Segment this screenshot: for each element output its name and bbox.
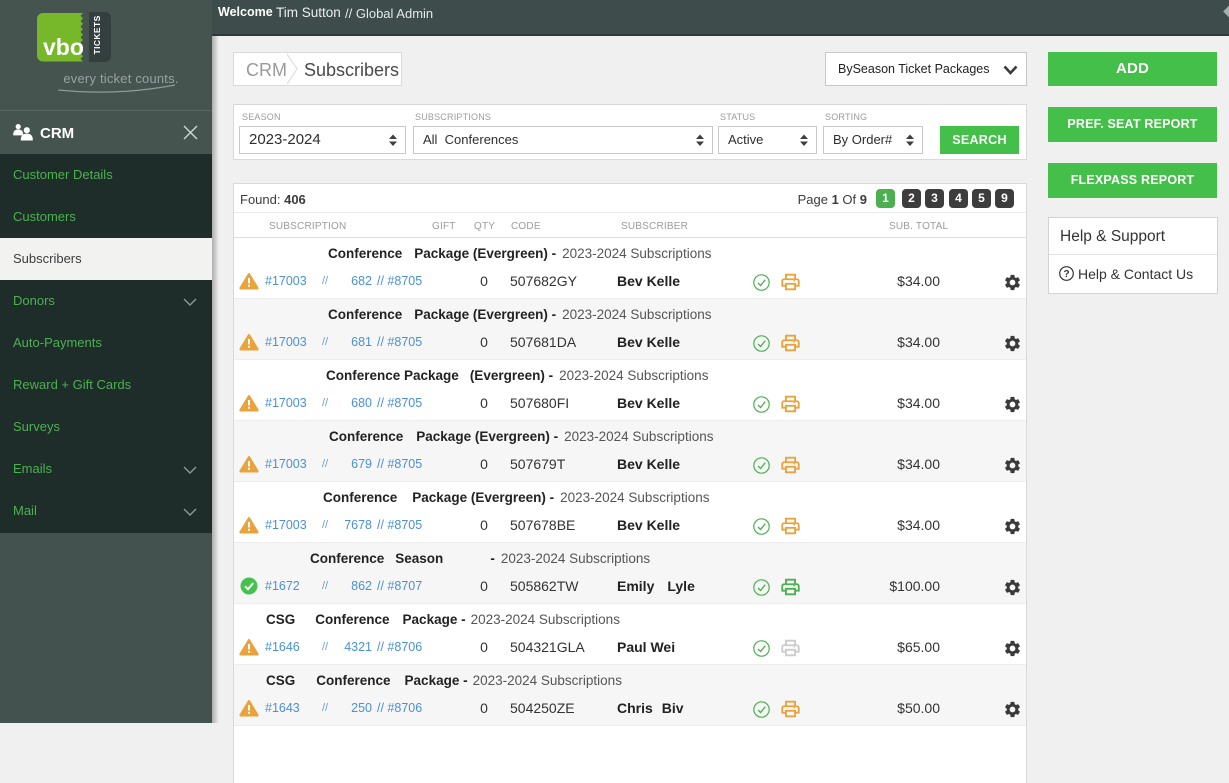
svg-text:?: ? (1063, 269, 1069, 280)
svg-text:vbo: vbo (43, 34, 84, 60)
svg-text:TICKETS: TICKETS (92, 15, 102, 54)
